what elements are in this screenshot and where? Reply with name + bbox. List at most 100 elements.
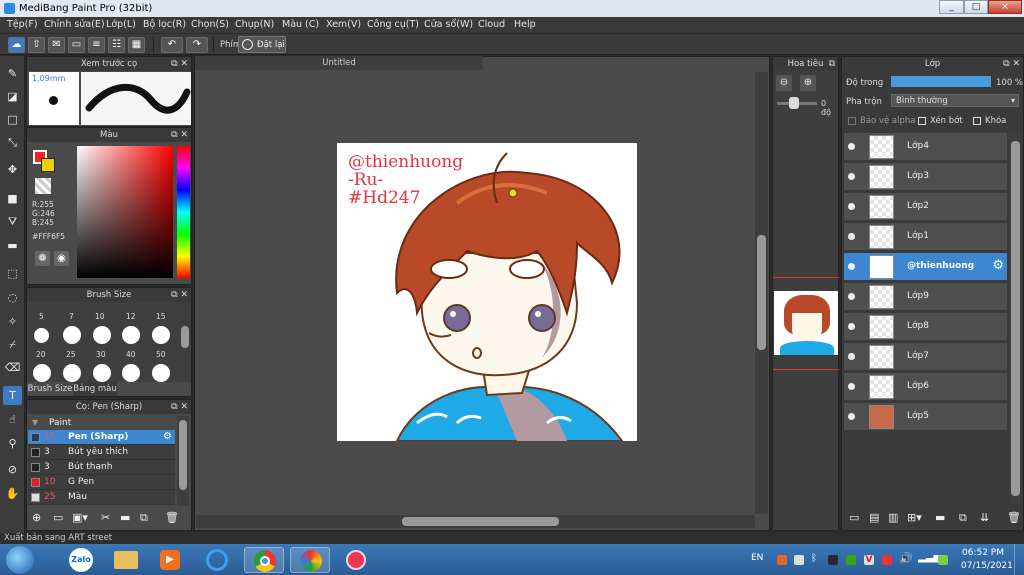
- chat-icon[interactable]: ✉: [48, 37, 65, 53]
- redo-icon[interactable]: ↷: [186, 37, 208, 53]
- grid-icon[interactable]: ▦: [128, 37, 145, 53]
- brush-item[interactable]: 3 Bút thanh: [28, 460, 175, 475]
- new-layer-icon[interactable]: ▭: [849, 511, 859, 524]
- move-tool-icon[interactable]: ✥: [3, 160, 22, 179]
- layer-item[interactable]: @thienhuong ⚙: [844, 253, 1007, 281]
- size-dot-25[interactable]: [63, 326, 81, 344]
- bluetooth-icon[interactable]: ᛒ: [811, 553, 817, 564]
- trash-icon[interactable]: 🗑: [1007, 511, 1021, 524]
- tray-app-icon[interactable]: [777, 555, 787, 565]
- menu-filter[interactable]: Bộ lọc(R): [143, 19, 186, 30]
- clock-date[interactable]: 07/15/2021: [961, 561, 1013, 571]
- hand-tool-icon[interactable]: ✋: [3, 484, 22, 503]
- taskbar-zalo[interactable]: Zalo: [62, 547, 102, 573]
- menu-tools[interactable]: Công cụ(T): [367, 19, 419, 30]
- eraser-tool-icon[interactable]: ◪: [3, 87, 22, 106]
- size-dot-50[interactable]: [152, 326, 170, 344]
- hue-slider[interactable]: [177, 146, 190, 278]
- size-7[interactable]: 7: [69, 312, 74, 321]
- size-dot-40[interactable]: [122, 326, 140, 344]
- eye-icon[interactable]: [848, 293, 855, 300]
- duplicate-icon[interactable]: ⧉: [140, 511, 148, 525]
- tab-palette[interactable]: Bảng màu: [73, 382, 117, 396]
- layer-item[interactable]: Lớp7: [844, 343, 1007, 371]
- layer-item[interactable]: Lớp3: [844, 163, 1007, 191]
- dropper-tool-icon[interactable]: ⚲: [3, 434, 22, 453]
- clock-time[interactable]: 06:52 PM: [962, 548, 1004, 558]
- menu-edit[interactable]: Chỉnh sửa(E): [44, 19, 105, 30]
- artwork-canvas[interactable]: @thienhuong -Ru- #Hd247: [337, 143, 637, 441]
- palette-icon[interactable]: ❁: [35, 251, 50, 266]
- protect-alpha-checkbox[interactable]: [848, 117, 856, 125]
- gear-icon[interactable]: ⚙: [163, 431, 172, 442]
- panel-popout-icon[interactable]: ⧉ ✕: [171, 57, 188, 71]
- undo-icon[interactable]: ↶: [161, 37, 183, 53]
- menu-window[interactable]: Cửa sổ(W): [424, 19, 473, 30]
- layer-item[interactable]: Lớp1: [844, 223, 1007, 251]
- background-color[interactable]: [41, 158, 55, 172]
- comment-icon[interactable]: ▭: [68, 37, 85, 53]
- trash-icon[interactable]: 🗑: [165, 511, 179, 524]
- taskbar-chrome[interactable]: [244, 547, 284, 573]
- tab-brush-size[interactable]: Brush Size: [27, 382, 73, 396]
- canvas-vscrollbar[interactable]: [755, 72, 768, 514]
- operation-tool-icon[interactable]: ☝: [3, 410, 22, 429]
- size-15[interactable]: 15: [156, 312, 166, 321]
- tray-app-icon[interactable]: [882, 555, 892, 565]
- select-eraser-icon[interactable]: ⌫: [3, 358, 22, 377]
- saturation-square[interactable]: [77, 146, 173, 278]
- taskbar-explorer[interactable]: [106, 547, 146, 573]
- tray-app-icon[interactable]: [794, 555, 804, 565]
- antivirus-icon[interactable]: V: [864, 555, 874, 565]
- layers-scrollbar[interactable]: [1009, 133, 1022, 503]
- brush-list-scrollbar[interactable]: [177, 416, 189, 506]
- eye-icon[interactable]: [848, 203, 855, 210]
- size-12[interactable]: 12: [126, 312, 136, 321]
- layer-item[interactable]: Lớp5: [844, 403, 1007, 431]
- blend-select[interactable]: Bình thường ▾: [891, 94, 1019, 107]
- brush-item[interactable]: 25 Màu: [28, 490, 175, 505]
- cut-icon[interactable]: ✂: [101, 511, 110, 524]
- size-10[interactable]: 10: [95, 312, 105, 321]
- document-icon[interactable]: ≡: [88, 37, 105, 53]
- layer-item[interactable]: Lớp4: [844, 133, 1007, 161]
- taskbar-media[interactable]: ▶: [150, 547, 190, 573]
- menu-file[interactable]: Tệp(F): [7, 19, 38, 30]
- menu-help[interactable]: Help: [514, 19, 536, 30]
- taskbar-medibang[interactable]: [290, 547, 330, 573]
- text-tool-icon[interactable]: T: [3, 386, 22, 405]
- size-5[interactable]: 5: [39, 312, 44, 321]
- battery-icon[interactable]: [938, 555, 948, 565]
- volume-icon[interactable]: 🔊: [899, 552, 913, 565]
- add-layer-menu-icon[interactable]: ⊞▾: [907, 511, 922, 524]
- layer-item[interactable]: Lớp9: [844, 283, 1007, 311]
- menu-select[interactable]: Chọn(S): [191, 19, 229, 30]
- new-halftone-layer-icon[interactable]: ▤: [869, 511, 879, 524]
- minimize-button[interactable]: _: [939, 0, 964, 14]
- gear-icon[interactable]: ⚙: [992, 258, 1004, 273]
- lock-checkbox[interactable]: [973, 117, 981, 125]
- layer-item[interactable]: Lớp2: [844, 193, 1007, 221]
- canvas-tab[interactable]: Untitled: [195, 56, 483, 70]
- show-desktop-button[interactable]: [1014, 544, 1024, 575]
- close-button[interactable]: ×: [988, 0, 1022, 14]
- eye-icon[interactable]: [848, 383, 855, 390]
- duplicate-layer-icon[interactable]: ⧉: [959, 511, 967, 525]
- menu-color[interactable]: Màu (C): [282, 19, 319, 30]
- eyedropper-icon[interactable]: ⊘: [3, 460, 22, 479]
- select-pen-icon[interactable]: ⌿: [3, 335, 22, 354]
- brush-settings-icon[interactable]: ▣▾: [72, 511, 88, 524]
- menu-view[interactable]: Xem(V): [326, 19, 361, 30]
- brush-item[interactable]: 10 G Pen: [28, 475, 175, 490]
- opacity-slider[interactable]: [891, 76, 991, 87]
- eye-icon[interactable]: [848, 143, 855, 150]
- reset-button[interactable]: Đặt lại: [238, 36, 286, 53]
- list-icon[interactable]: ☷: [108, 37, 125, 53]
- size-dot-20[interactable]: [34, 328, 49, 343]
- bucket-tool-icon[interactable]: ⛛: [3, 212, 22, 231]
- eye-icon[interactable]: [848, 323, 855, 330]
- eye-icon[interactable]: [848, 353, 855, 360]
- folder-icon[interactable]: ▬: [120, 511, 130, 524]
- size-dot-30[interactable]: [93, 326, 111, 344]
- cloud-icon[interactable]: ☁: [8, 37, 25, 53]
